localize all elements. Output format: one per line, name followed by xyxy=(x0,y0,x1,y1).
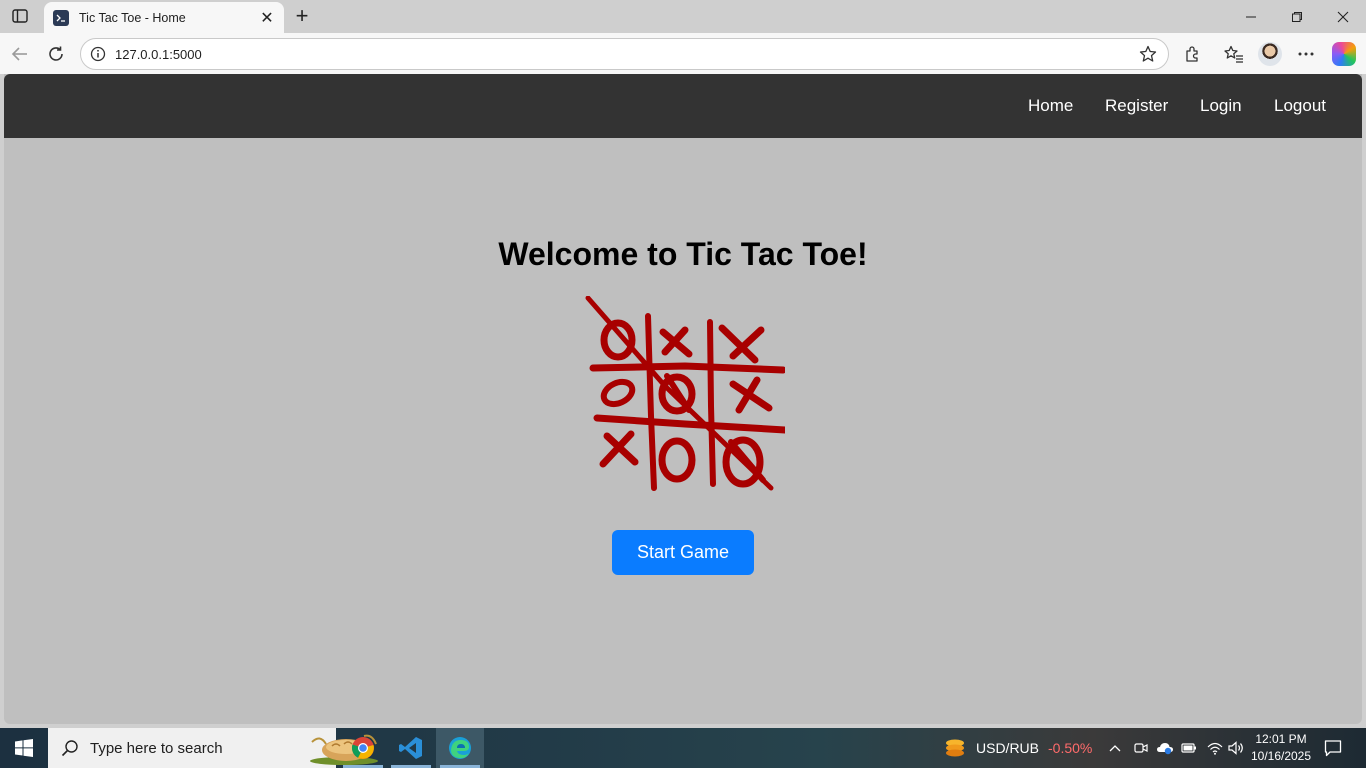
reload-icon[interactable] xyxy=(43,41,69,67)
back-arrow-icon[interactable] xyxy=(7,41,33,67)
page-title: Welcome to Tic Tac Toe! xyxy=(498,236,868,272)
more-menu-icon[interactable] xyxy=(1293,41,1319,67)
nav-link-logout[interactable]: Logout xyxy=(1274,96,1326,116)
vscode-taskbar-icon[interactable] xyxy=(387,728,435,768)
nav-link-register[interactable]: Register xyxy=(1105,96,1168,116)
start-game-button[interactable]: Start Game xyxy=(612,530,754,575)
ticker-label: USD/RUB xyxy=(976,740,1040,756)
minimize-button[interactable] xyxy=(1228,0,1274,33)
meet-now-icon[interactable] xyxy=(1134,728,1148,768)
notifications-icon[interactable] xyxy=(1324,728,1342,768)
profile-avatar[interactable] xyxy=(1258,42,1282,66)
windows-taskbar: Type here to search USD/RUB -0.50% 12:01… xyxy=(0,728,1366,768)
browser-toolbar: 127.0.0.1:5000 xyxy=(0,33,1366,74)
windows-logo-icon xyxy=(15,739,33,757)
show-hidden-icons-chevron-icon[interactable] xyxy=(1108,728,1122,768)
restore-button[interactable] xyxy=(1274,0,1320,33)
favorite-star-icon[interactable] xyxy=(1137,43,1159,65)
wifi-icon[interactable] xyxy=(1207,728,1223,768)
extensions-puzzle-icon[interactable] xyxy=(1180,41,1206,67)
taskbar-clock[interactable]: 12:01 PM 10/16/2025 xyxy=(1250,731,1312,765)
search-icon xyxy=(60,738,80,758)
site-navbar: Home Register Login Logout xyxy=(4,74,1362,138)
close-tab-icon[interactable]: ✕ xyxy=(258,9,276,27)
battery-icon[interactable] xyxy=(1181,728,1197,768)
copilot-icon[interactable] xyxy=(1332,42,1356,66)
volume-icon[interactable] xyxy=(1228,728,1244,768)
edge-taskbar-icon[interactable] xyxy=(436,728,484,768)
page-viewport: Home Register Login Logout Welcome to Ti… xyxy=(4,74,1362,724)
browser-tab-strip: Tic Tac Toe - Home ✕ + xyxy=(0,0,1366,33)
favorites-list-icon[interactable] xyxy=(1221,41,1247,67)
browser-tab-active[interactable]: Tic Tac Toe - Home ✕ xyxy=(44,2,284,33)
new-tab-button[interactable]: + xyxy=(290,3,314,28)
clock-time: 12:01 PM xyxy=(1255,732,1307,746)
tab-actions-icon[interactable] xyxy=(8,5,32,27)
windows-start-button[interactable] xyxy=(0,728,48,768)
taskbar-search-box[interactable]: Type here to search xyxy=(48,728,378,768)
site-info-icon[interactable] xyxy=(89,45,107,63)
address-bar[interactable]: 127.0.0.1:5000 xyxy=(80,38,1169,70)
chrome-taskbar-icon[interactable] xyxy=(339,728,387,768)
clock-date: 10/16/2025 xyxy=(1250,749,1312,763)
url-text[interactable]: 127.0.0.1:5000 xyxy=(115,47,1137,62)
search-placeholder: Type here to search xyxy=(90,739,223,757)
nav-link-login[interactable]: Login xyxy=(1200,96,1242,116)
tab-title: Tic Tac Toe - Home xyxy=(79,10,186,25)
currency-ticker-widget[interactable]: USD/RUB -0.50% xyxy=(944,728,1092,768)
nav-link-home[interactable]: Home xyxy=(1028,96,1073,116)
coins-icon xyxy=(944,737,966,759)
onedrive-cloud-icon[interactable] xyxy=(1156,728,1174,768)
terminal-favicon-icon xyxy=(53,9,69,26)
close-window-button[interactable] xyxy=(1320,0,1366,33)
tic-tac-toe-board-illustration xyxy=(585,296,785,491)
ticker-change: -0.50% xyxy=(1048,740,1093,756)
